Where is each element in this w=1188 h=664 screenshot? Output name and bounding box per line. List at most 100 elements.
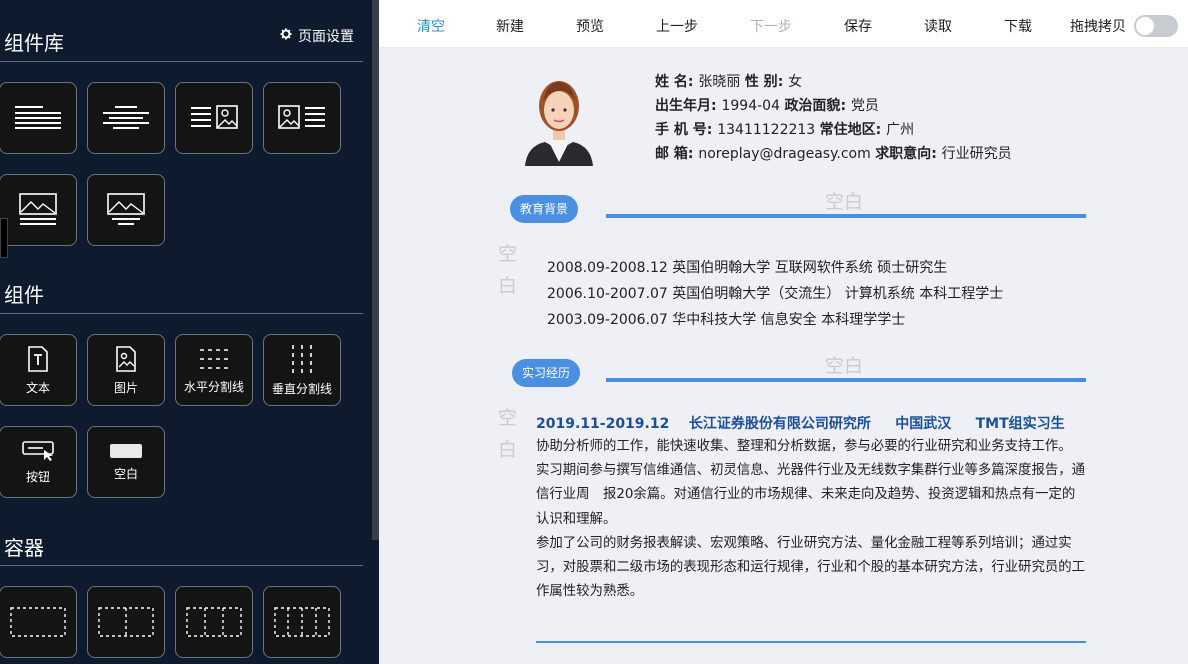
new-button[interactable]: 新建 xyxy=(496,16,524,36)
layout-centered-text[interactable] xyxy=(87,82,165,154)
component-button-tile[interactable]: 按钮 xyxy=(0,426,77,498)
gender-label: 性 别 xyxy=(744,74,778,90)
internship-period: 2019.11-2019.12 xyxy=(536,416,670,432)
image-icon xyxy=(116,345,136,372)
politics-value[interactable]: 党员 xyxy=(851,98,879,114)
tile-label: 图片 xyxy=(113,380,138,395)
layout-text-image[interactable] xyxy=(175,82,253,154)
gear-icon xyxy=(279,27,293,45)
tile-label: 水平分割线 xyxy=(183,379,244,394)
containers-title: 容器 xyxy=(4,536,44,560)
container-two-column-tile[interactable] xyxy=(87,586,165,658)
drag-handle[interactable] xyxy=(0,218,8,258)
download-button[interactable]: 下载 xyxy=(1004,16,1032,36)
text-icon xyxy=(28,345,48,372)
blank-placeholder[interactable]: 空白 xyxy=(825,187,863,214)
layout-image-caption[interactable] xyxy=(0,174,77,246)
container-four-column-tile[interactable] xyxy=(263,586,341,658)
scrollbar-track xyxy=(372,540,379,664)
education-entry[interactable]: 2003.09-2006.07 华中科技大学 信息安全 本科理学学士 xyxy=(547,309,905,329)
blank-char: 白 xyxy=(498,275,518,297)
layout-image-centered[interactable] xyxy=(87,174,165,246)
button-icon xyxy=(22,440,54,461)
email-value[interactable]: noreplay@drageasy.com xyxy=(698,146,870,162)
description-paragraph: 参加了公司的财务报表解读、宏观策略、行业研究方法、量化金融工程等系列培训；通过实… xyxy=(536,535,1086,600)
component-vertical-divider-tile[interactable]: 垂直分割线 xyxy=(263,334,341,406)
info-row-email: 邮 箱: noreplay@drageasy.com 求职意向: 行业研究员 xyxy=(655,146,1012,162)
divider xyxy=(0,313,363,314)
save-button[interactable]: 保存 xyxy=(844,16,872,36)
horizontal-divider-icon xyxy=(200,348,228,369)
info-row-birth: 出生年月: 1994-04 政治面貌: 党员 xyxy=(655,98,879,114)
text-image-icon xyxy=(191,105,238,129)
undo-button[interactable]: 上一步 xyxy=(656,16,698,36)
three-column-icon xyxy=(186,607,242,637)
divider xyxy=(0,61,363,62)
internship-section-badge[interactable]: 实习经历 xyxy=(512,359,581,387)
layout-text-block[interactable] xyxy=(0,82,77,154)
two-column-icon xyxy=(98,607,154,637)
gender-value[interactable]: 女 xyxy=(788,74,802,90)
avatar[interactable] xyxy=(519,66,599,166)
tile-label: 垂直分割线 xyxy=(271,381,332,396)
residence-value[interactable]: 广州 xyxy=(886,122,914,138)
four-column-icon xyxy=(274,607,330,637)
blank-placeholder-vertical[interactable]: 空 白 xyxy=(498,238,518,302)
component-image-tile[interactable]: 图片 xyxy=(87,334,165,406)
education-entry[interactable]: 2008.09-2008.12 英国伯明翰大学 互联网软件系统 硕士研究生 xyxy=(547,257,947,277)
drag-copy-toggle[interactable] xyxy=(1134,15,1178,37)
section-divider-bar xyxy=(606,214,1086,218)
internship-header[interactable]: 2019.11-2019.12 长江证券股份有限公司研究所 中国武汉 TMT组实… xyxy=(536,413,1065,433)
internship-location: 中国武汉 xyxy=(895,416,952,432)
page-settings-button[interactable]: 页面设置 xyxy=(279,26,354,46)
component-sidebar: 组件库 页面设置 组件 文本 图片 水平分割线 垂直分割线 按钮 空白 容器 xyxy=(0,0,372,664)
component-horizontal-divider-tile[interactable]: 水平分割线 xyxy=(175,334,253,406)
one-column-icon xyxy=(10,607,66,637)
description-paragraph: 实习期间参与撰写信维通信、初灵信息、光器件行业及无线数字集群行业等多篇深度报告，… xyxy=(536,463,1086,527)
toggle-knob xyxy=(1136,17,1154,35)
blank-icon xyxy=(110,443,142,458)
education-section-badge[interactable]: 教育背景 xyxy=(510,195,579,223)
tile-label: 空白 xyxy=(113,466,138,481)
intent-value[interactable]: 行业研究员 xyxy=(942,146,1012,162)
section-bottom-line xyxy=(536,641,1086,643)
info-row-phone: 手 机 号: 13411122213 常住地区: 广州 xyxy=(655,122,915,138)
image-centered-icon xyxy=(107,193,145,225)
tile-label: 文本 xyxy=(25,380,50,395)
component-blank-tile[interactable]: 空白 xyxy=(87,426,165,498)
drag-copy-label: 拖拽拷贝 xyxy=(1070,19,1126,35)
blank-char: 白 xyxy=(498,439,518,461)
description-paragraph: 协助分析师的工作，能快速收集、整理和分析数据，参与必要的行业研究和业务支持工作。 xyxy=(536,439,1072,454)
container-one-column-tile[interactable] xyxy=(0,586,77,658)
read-button[interactable]: 读取 xyxy=(924,16,952,36)
layout-image-text[interactable] xyxy=(263,82,341,154)
clear-button[interactable]: 清空 xyxy=(417,16,445,36)
component-text-tile[interactable]: 文本 xyxy=(0,334,77,406)
redo-button[interactable]: 下一步 xyxy=(750,16,792,36)
preview-button[interactable]: 预览 xyxy=(576,16,604,36)
name-value[interactable]: 张晓丽 xyxy=(698,74,740,90)
education-entry[interactable]: 2006.10-2007.07 英国伯明翰大学（交流生） 计算机系统 本科工程学… xyxy=(547,283,1003,303)
image-text-icon xyxy=(278,105,325,129)
internship-description[interactable]: 协助分析师的工作，能快速收集、整理和分析数据，参与必要的行业研究和业务支持工作。… xyxy=(536,435,1088,604)
birth-value[interactable]: 1994-04 xyxy=(721,98,780,114)
blank-placeholder-vertical[interactable]: 空 白 xyxy=(498,402,518,466)
intent-label: 求职意向 xyxy=(875,146,932,162)
internship-company: 长江证券股份有限公司研究所 xyxy=(688,416,871,432)
vertical-divider-icon xyxy=(292,344,312,373)
politics-label: 政治面貌 xyxy=(784,98,841,114)
phone-label: 手 机 号 xyxy=(655,122,707,138)
phone-value[interactable]: 13411122213 xyxy=(717,122,815,138)
image-caption-icon xyxy=(19,193,57,225)
email-label: 邮 箱 xyxy=(655,146,688,162)
center-text-icon xyxy=(103,106,149,129)
components-title: 组件 xyxy=(4,283,44,307)
page-settings-label: 页面设置 xyxy=(298,29,354,45)
divider xyxy=(0,565,363,566)
blank-placeholder[interactable]: 空白 xyxy=(825,351,863,378)
sidebar-scrollbar[interactable] xyxy=(372,0,379,540)
blank-char: 空 xyxy=(498,243,518,265)
component-library-title: 组件库 xyxy=(4,31,64,55)
container-three-column-tile[interactable] xyxy=(175,586,253,658)
blank-char: 空 xyxy=(498,407,518,429)
